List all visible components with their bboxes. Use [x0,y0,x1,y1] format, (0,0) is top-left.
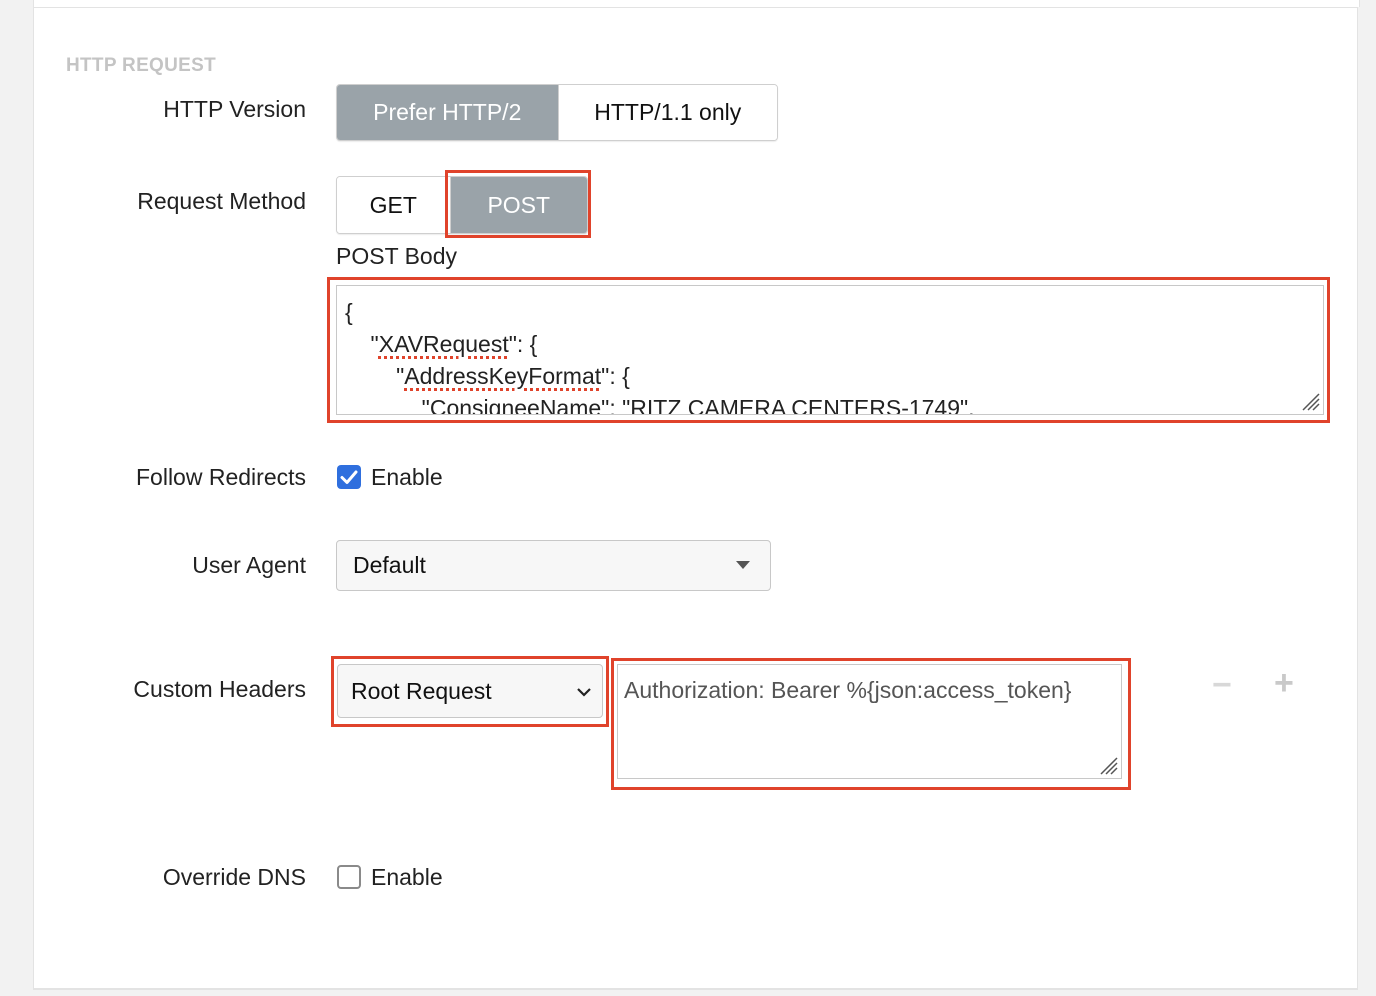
post-body-label: POST Body [336,243,458,269]
resize-grip-icon[interactable] [1297,388,1321,412]
user-agent-value: Default [353,552,426,578]
code-line: { [345,299,353,325]
user-agent-select[interactable]: Default [336,540,771,591]
follow-redirects-checkbox[interactable] [337,465,361,489]
code-line: "XAVRequest": { [345,331,538,357]
post-body-textarea[interactable]: { "XAVRequest": { "AddressKeyFormat": { … [336,285,1324,415]
bottom-divider [33,988,1358,989]
header-value-text: Authorization: Bearer %{json:access_toke… [624,677,1072,703]
override-dns-checkbox-label[interactable]: Enable [371,864,443,891]
remove-header-button[interactable]: − [1212,666,1232,705]
follow-redirects-checkbox-label[interactable]: Enable [371,464,443,491]
checkmark-icon [340,470,358,484]
post-option-highlight [445,170,591,238]
follow-redirects-label: Follow Redirects [136,464,306,490]
chevron-down-icon [577,688,591,697]
user-agent-label: User Agent [192,552,306,578]
request-method-option-get[interactable]: GET [337,177,450,233]
top-divider [33,0,1360,7]
section-title: HTTP REQUEST [66,55,216,76]
caret-down-icon [736,561,750,569]
header-scope-value: Root Request [351,677,492,704]
add-header-button[interactable]: + [1274,664,1294,703]
http-version-option-http2[interactable]: Prefer HTTP/2 [337,85,558,140]
http-version-segmented-control: Prefer HTTP/2 HTTP/1.1 only [336,84,778,141]
request-method-label: Request Method [137,188,306,214]
http-version-option-http11[interactable]: HTTP/1.1 only [557,85,777,140]
http-version-label: HTTP Version [163,96,306,122]
override-dns-checkbox[interactable] [337,865,361,889]
override-dns-label: Override DNS [162,864,306,890]
resize-grip-icon[interactable] [1095,752,1119,776]
code-line: "AddressKeyFormat": { [345,363,630,389]
code-line: "ConsigneeName": "RITZ CAMERA CENTERS-17… [345,395,975,415]
custom-headers-label: Custom Headers [133,676,306,702]
settings-panel [33,7,1358,990]
header-scope-select[interactable]: Root Request [337,664,603,718]
header-value-textarea[interactable]: Authorization: Bearer %{json:access_toke… [617,664,1122,779]
